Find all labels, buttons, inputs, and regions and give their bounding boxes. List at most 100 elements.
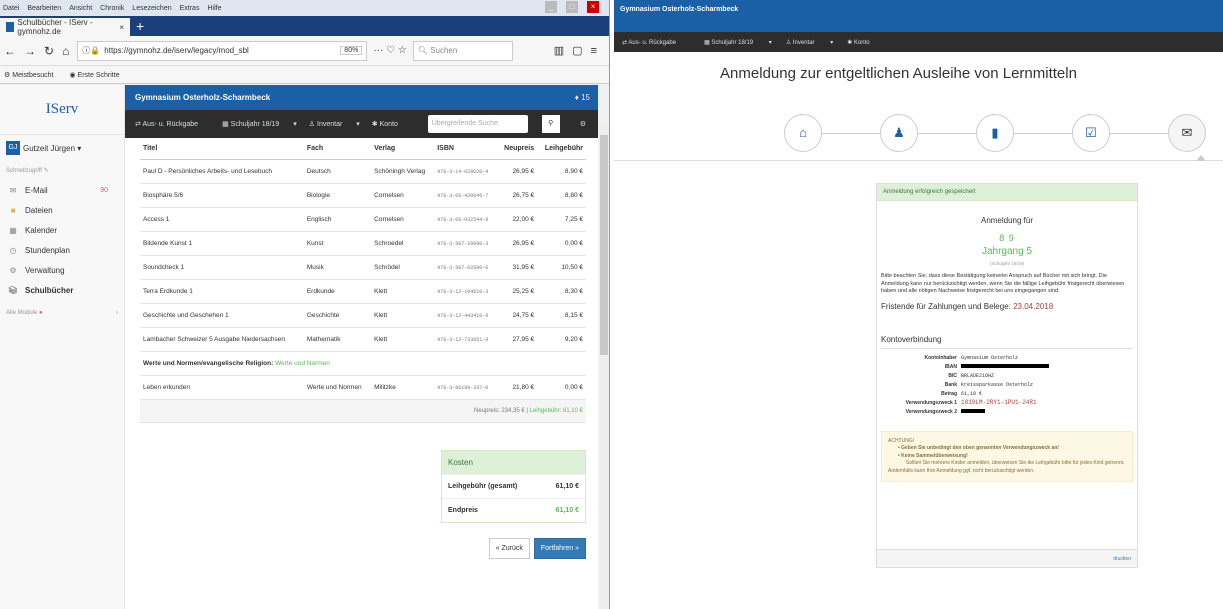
- maximize-icon[interactable]: □: [566, 1, 578, 13]
- minimize-icon[interactable]: _: [545, 1, 557, 13]
- toolbar-icons[interactable]: ▥▢≡: [554, 44, 605, 57]
- confirm-nav-konto[interactable]: ✱ Konto: [847, 39, 883, 46]
- page-actions-icon[interactable]: ··· ♡ ☆: [373, 45, 406, 56]
- iserv-logo[interactable]: IServ: [0, 85, 124, 135]
- col-isbn[interactable]: ISBN: [434, 138, 498, 160]
- cell-verlag: Schrödel: [371, 255, 435, 280]
- col-leihgebuehr[interactable]: Leihgebühr: [537, 138, 586, 160]
- table-row[interactable]: Geschichte und Geschehen 1 Geschichte Klet…: [140, 303, 586, 328]
- col-neupreis[interactable]: Neupreis: [497, 138, 538, 160]
- costs-leih-row: Leihgebühr (gesamt) 61,10 €: [442, 474, 585, 498]
- bank-key: IBAN: [944, 363, 957, 370]
- sum-row: Neupreis: 234,35 € | Leihgebühr: 61,10 €: [140, 399, 586, 423]
- search-button[interactable]: ⚲: [541, 115, 560, 133]
- scrollbar-thumb[interactable]: [600, 135, 608, 355]
- book-icon[interactable]: ▮: [976, 114, 1014, 152]
- bank-details: Kontoinhaber Gymnasium Osterholz IBAN BIC BR…: [891, 354, 1133, 417]
- table-row[interactable]: Paul D - Persönliches Arbeits- und Leseb…: [140, 159, 586, 184]
- search-input[interactable]: 🔍︎ Suchen: [412, 40, 513, 61]
- zoom-level[interactable]: 80%: [340, 46, 363, 55]
- folder-icon: ■: [10, 205, 16, 215]
- home-icon[interactable]: ⌂: [784, 114, 822, 152]
- forward-icon[interactable]: →: [24, 44, 36, 58]
- close-icon[interactable]: ×: [587, 1, 599, 13]
- cell-isbn: 978-3-12-733851-9: [434, 327, 498, 352]
- table-row[interactable]: Soundcheck 1 Musik Schrödel 978-3-507-02680…: [140, 255, 586, 280]
- reload-icon[interactable]: ↻: [44, 44, 54, 58]
- cell-verlag: Cornelsen: [371, 207, 435, 232]
- cell-titel: Paul D - Persönliches Arbeits- und Leseb…: [140, 159, 304, 184]
- print-link[interactable]: drucken: [1113, 556, 1131, 562]
- confirm-nav-rueckgabe[interactable]: ⇄ Aus- u. Rückgabe: [622, 39, 690, 46]
- nav-konto[interactable]: ✱ Konto: [372, 120, 410, 128]
- cell-verlag: Militzke: [371, 375, 435, 400]
- bank-value: BRLADE21OHZ: [961, 372, 995, 379]
- back-icon[interactable]: ←: [4, 44, 16, 58]
- bank-row: Kontoinhaber Gymnasium Osterholz: [891, 354, 1133, 363]
- cell-titel: Terra Erdkunde 1: [140, 279, 304, 304]
- bookmark-erste-schritte[interactable]: ◉ Erste Schritte: [69, 71, 127, 79]
- sidebar-item-kalender[interactable]: ▦ Kalender: [0, 220, 124, 240]
- cell-leihgebuehr: 8,80 €: [537, 183, 586, 208]
- nav-inventar[interactable]: ♙ Inventar ▾: [309, 120, 360, 128]
- sidebar-item-dateien[interactable]: ■ Dateien: [0, 200, 124, 220]
- cell-leihgebuehr: 8,15 €: [537, 303, 586, 328]
- new-tab-icon[interactable]: +: [136, 18, 144, 34]
- col-titel[interactable]: Titel: [140, 138, 304, 160]
- nav-schuljahr[interactable]: ▦ Schuljahr 18/19 ▾: [222, 120, 297, 128]
- search-placeholder: Suchen: [430, 46, 458, 55]
- menu-hilfe[interactable]: Hilfe: [207, 5, 221, 12]
- sidebar-item-email[interactable]: ✉ E-Mail 90: [0, 180, 124, 200]
- menu-datei[interactable]: Datei: [3, 5, 19, 12]
- confirm-nav-inventar[interactable]: ♙ Inventar ▾: [786, 39, 833, 46]
- confirm-nav-schuljahr[interactable]: ▦ Schuljahr 18/19 ▾: [704, 39, 772, 46]
- col-fach[interactable]: Fach: [303, 138, 372, 160]
- cell-verlag: Klett: [371, 303, 435, 328]
- menu-chronik[interactable]: Chronik: [100, 5, 124, 12]
- warning-line-2: • Keine Sammelüberweisung!: [898, 452, 968, 459]
- cell-isbn: 978-3-12-104610-3: [434, 279, 498, 304]
- cell-leihgebuehr: 10,50 €: [537, 255, 586, 280]
- user-menu[interactable]: GJ Gutzeit Jürgen ▾: [0, 135, 124, 161]
- menu-lesezeichen[interactable]: Lesezeichen: [132, 5, 171, 12]
- sidebar-item-schulbuecher[interactable]: 📚︎ Schulbücher: [0, 280, 124, 300]
- notification-badge[interactable]: ♦ 15: [575, 93, 590, 102]
- email-count: 90: [100, 186, 108, 194]
- table-row[interactable]: Lambacher Schweizer 5 Ausgabe Niedersach…: [140, 327, 586, 352]
- all-modules[interactable]: Alle Module ● ›: [0, 300, 124, 326]
- nav-rueckgabe[interactable]: ⇄ Aus- u. Rückgabe: [135, 120, 210, 128]
- bank-value: 1819LM-2RY1-1PU1-24R1: [961, 398, 1037, 406]
- person-icon[interactable]: ♟: [880, 114, 918, 152]
- page-scrollbar[interactable]: [599, 125, 609, 609]
- global-search-input[interactable]: Übergreifende Suche: [427, 115, 528, 133]
- sidebar-item-verwaltung[interactable]: ⚙ Verwaltung: [0, 260, 124, 280]
- info-icon[interactable]: ⓘ: [82, 45, 90, 56]
- bookmark-meistbesucht[interactable]: ⚙ Meistbesucht: [4, 71, 61, 79]
- envelope-icon[interactable]: ✉: [1168, 114, 1206, 152]
- books-table: Titel Fach Verlag ISBN Neupreis Leihgebü…: [140, 138, 586, 423]
- table-row[interactable]: Terra Erdkunde 1 Erdkunde Klett 978-3-12-10…: [140, 279, 586, 304]
- menu-extras[interactable]: Extras: [180, 5, 200, 12]
- col-verlag[interactable]: Verlag: [371, 138, 435, 160]
- table-row[interactable]: Access 1 Englisch Cornelsen 978-3-06-032544…: [140, 207, 586, 232]
- chevron-right-icon: ›: [116, 310, 118, 316]
- warning-line-3: Sollten Sie mehrere Kinder anmelden, übe…: [906, 460, 1125, 467]
- table-row[interactable]: Leben erkunden Werte und Normen Militzke 97…: [140, 375, 586, 400]
- settings-gear-icon[interactable]: ⚙: [580, 120, 586, 128]
- url-bar[interactable]: ⓘ 🔒 https://gymnohz.de/iserv/legacy/mod_…: [77, 40, 368, 61]
- browser-tab[interactable]: Schulbücher - IServ - gymnohz.de ×: [0, 18, 130, 36]
- home-icon[interactable]: ⌂: [62, 44, 69, 58]
- table-row[interactable]: Bildende Kunst 1 Kunst Schroedel 978-3-507-…: [140, 231, 586, 256]
- table-row[interactable]: Biosphäre 5/6 Biologie Cornelsen 978-3-06-4…: [140, 183, 586, 208]
- menu-bearbeiten[interactable]: Bearbeiten: [27, 5, 61, 12]
- page-title: Anmeldung zur entgeltlichen Ausleihe von…: [720, 65, 1077, 82]
- menu-ansicht[interactable]: Ansicht: [69, 5, 92, 12]
- continue-button[interactable]: Fortfahren »: [533, 538, 586, 559]
- back-button[interactable]: « Zurück: [488, 538, 530, 559]
- tab-close-icon[interactable]: ×: [119, 23, 124, 32]
- cell-titel: Soundcheck 1: [140, 255, 304, 280]
- group-choice-link[interactable]: Werte und Normen: [275, 360, 330, 367]
- check-icon[interactable]: ☑: [1072, 114, 1110, 152]
- sidebar-item-stundenplan[interactable]: ◷ Stundenplan: [0, 240, 124, 260]
- gear-icon: ⚙: [9, 265, 17, 275]
